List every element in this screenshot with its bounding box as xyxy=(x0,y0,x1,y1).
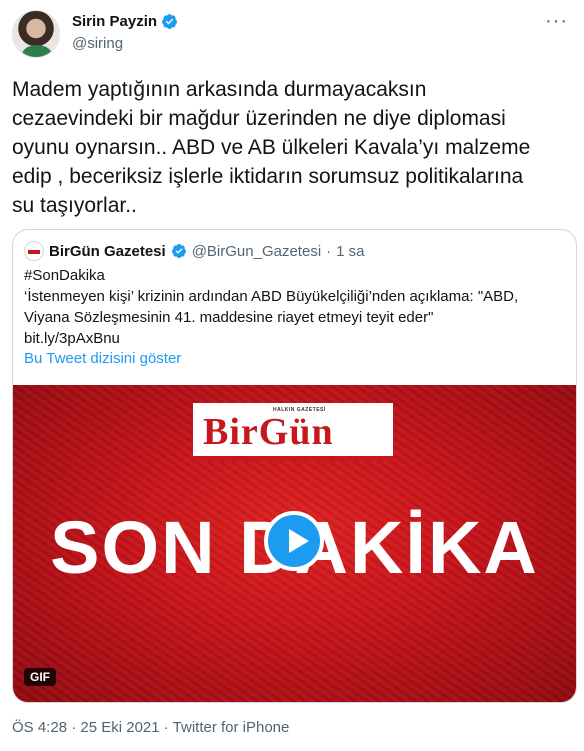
author-name[interactable]: Sirin Payzin xyxy=(72,13,157,30)
quoted-author-name: BirGün Gazetesi xyxy=(49,242,166,260)
tweet-text: Madem yaptığının arkasında durmayacaksın… xyxy=(12,78,531,217)
author-handle[interactable]: @siring xyxy=(72,35,123,52)
more-options-icon[interactable]: ··· xyxy=(545,11,568,31)
tweet-timestamp[interactable]: ÖS 4:28 · 25 Eki 2021 · Twitter for iPho… xyxy=(12,719,289,736)
logo-wordmark: BirGün xyxy=(203,411,334,453)
birgun-logo: HALKIN GAZETESİ BirGün xyxy=(193,403,393,461)
play-icon[interactable] xyxy=(264,511,324,571)
avatar-shirt xyxy=(22,45,52,57)
verified-badge-icon xyxy=(171,244,186,258)
verified-badge-icon xyxy=(162,14,177,29)
quoted-tweet[interactable]: BirGün Gazetesi @BirGun_Gazetesi · 1 sa … xyxy=(12,229,577,703)
quoted-tweet-header: BirGün Gazetesi @BirGun_Gazetesi · 1 sa xyxy=(24,241,365,261)
author-name-row: Sirin Payzin xyxy=(72,13,178,30)
quoted-media-gif[interactable]: HALKIN GAZETESİ BirGün SON DAKİKA GIF xyxy=(13,385,576,702)
meta-separator: · xyxy=(326,242,332,260)
gif-badge: GIF xyxy=(24,668,56,686)
author-avatar[interactable] xyxy=(12,10,60,58)
quoted-author-avatar xyxy=(24,241,44,261)
logo-underline xyxy=(193,456,393,461)
show-thread-link[interactable]: Bu Tweet dizisini göster xyxy=(24,350,181,367)
quoted-tweet-time: 1 sa xyxy=(336,242,365,260)
tweet-header: Sirin Payzin @siring ··· xyxy=(12,10,572,62)
quoted-author-handle: @BirGun_Gazetesi xyxy=(191,242,322,260)
quoted-tweet-text: #SonDakika ‘İstenmeyen kişi’ krizinin ar… xyxy=(24,267,519,347)
